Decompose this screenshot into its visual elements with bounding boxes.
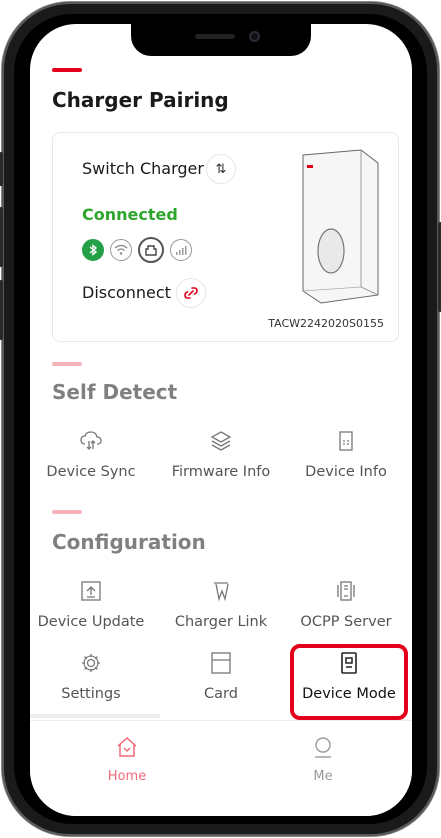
charger-card: Switch Charger ⇅ Connected Disconnect TA…	[52, 132, 399, 342]
ocpp-server-item[interactable]: OCPP Server	[286, 578, 406, 630]
device-update-label: Device Update	[37, 614, 145, 630]
device-update-item[interactable]: Device Update	[31, 578, 151, 630]
mute-switch	[0, 152, 3, 186]
tab-me-label: Me	[313, 769, 333, 784]
section-accent-bar	[52, 510, 82, 514]
ethernet-icon	[138, 237, 164, 263]
notch	[131, 24, 311, 56]
ocpp-server-label: OCPP Server	[300, 614, 392, 630]
switch-charger-label: Switch Charger	[82, 159, 204, 178]
link-icon	[214, 582, 229, 602]
section-accent-bar	[52, 68, 82, 72]
server-icon	[337, 581, 355, 601]
tab-home[interactable]: Home	[77, 735, 177, 784]
firmware-info-label: Firmware Info	[171, 464, 271, 480]
device-sync-item[interactable]: Device Sync	[31, 428, 151, 480]
disconnect-label: Disconnect	[82, 283, 171, 302]
speaker	[195, 34, 235, 39]
app-screen: Charger Pairing Switch Charger ⇅ Connect…	[30, 24, 412, 816]
device-sync-label: Device Sync	[46, 464, 136, 480]
cellular-icon	[170, 239, 192, 261]
device-info-item[interactable]: Device Info	[286, 428, 406, 480]
section-accent-bar	[52, 362, 82, 366]
scroll-indicator	[30, 714, 160, 718]
unlink-icon	[184, 287, 198, 299]
wifi-icon	[110, 239, 132, 261]
home-icon	[117, 736, 137, 757]
tab-home-label: Home	[107, 769, 147, 784]
volume-up-button	[0, 207, 3, 267]
connection-icons	[82, 237, 192, 263]
configuration-title: Configuration	[52, 530, 206, 554]
sync-icon	[80, 431, 102, 450]
bluetooth-icon	[82, 239, 104, 261]
front-camera	[249, 31, 260, 42]
settings-label: Settings	[61, 686, 121, 702]
gear-icon	[82, 654, 100, 672]
tab-me[interactable]: Me	[273, 735, 373, 784]
card-item[interactable]: Card	[161, 650, 281, 702]
device-info-icon	[339, 431, 353, 451]
swap-arrows-icon: ⇅	[215, 161, 227, 177]
charger-link-item[interactable]: Charger Link	[161, 578, 281, 630]
layers-icon	[210, 431, 232, 451]
settings-item[interactable]: Settings	[31, 650, 151, 702]
switch-charger-button[interactable]: ⇅	[206, 154, 236, 184]
connection-status: Connected	[82, 205, 178, 224]
device-info-label: Device Info	[305, 464, 387, 480]
charger-serial: TACW2242020S0155	[268, 317, 384, 330]
firmware-info-item[interactable]: Firmware Info	[161, 428, 281, 480]
upload-icon	[81, 581, 101, 601]
charger-image	[302, 149, 379, 304]
self-detect-title: Self Detect	[52, 380, 178, 404]
volume-down-button	[0, 280, 3, 340]
disconnect-button[interactable]	[176, 278, 206, 308]
tab-bar: Home Me	[30, 720, 412, 816]
user-icon	[315, 737, 331, 758]
charger-link-label: Charger Link	[174, 614, 268, 630]
page-title: Charger Pairing	[52, 88, 229, 112]
card-label: Card	[204, 686, 238, 702]
device-mode-highlight	[290, 644, 408, 720]
card-icon	[211, 652, 231, 674]
